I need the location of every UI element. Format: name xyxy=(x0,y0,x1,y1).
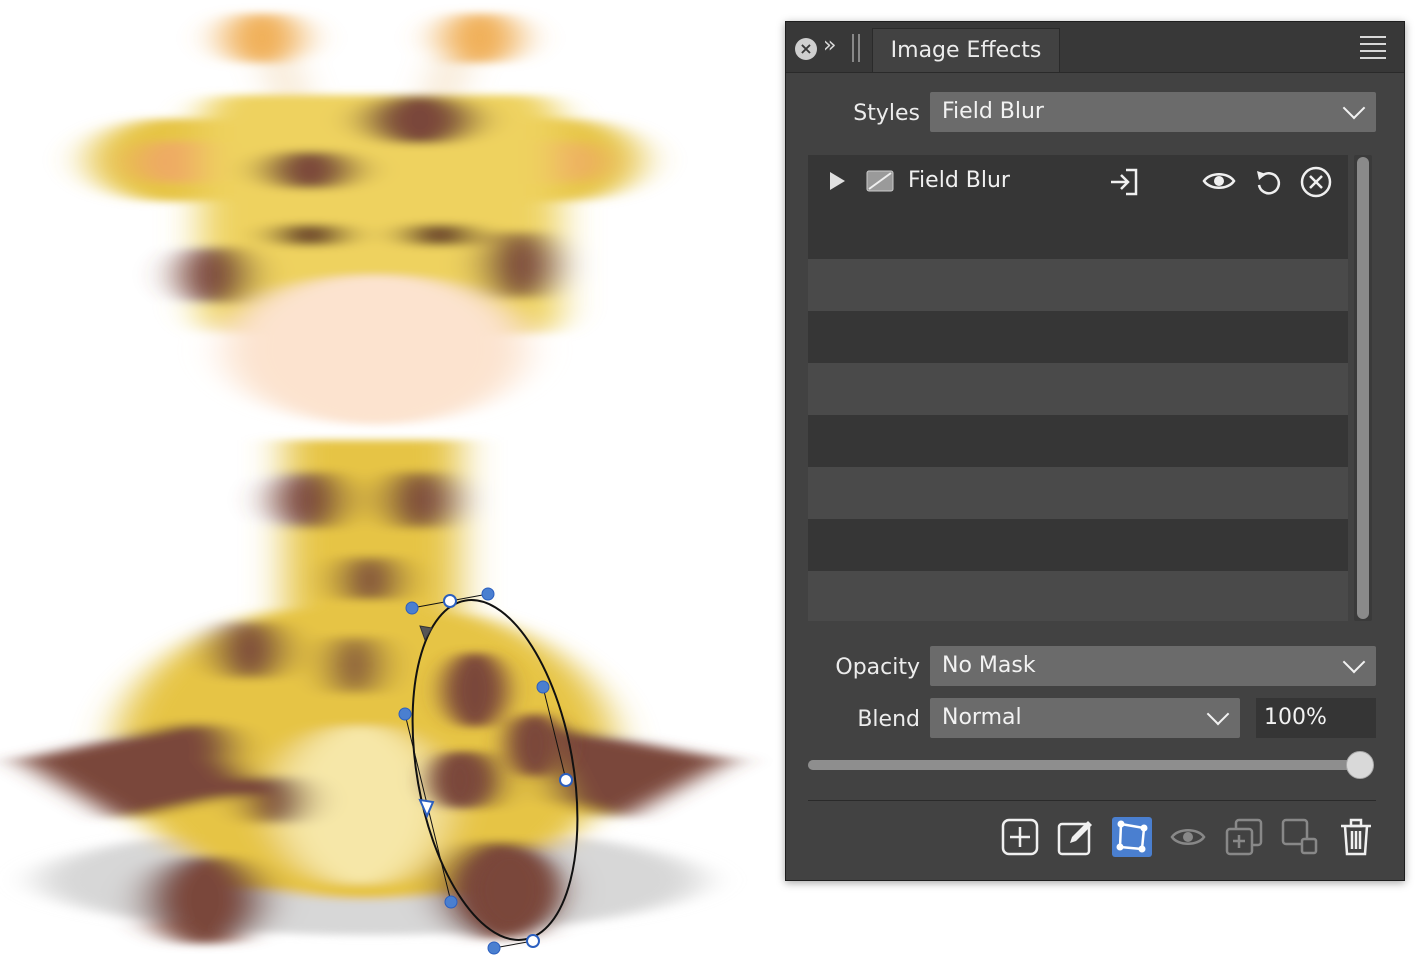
opacity-mask-value: No Mask xyxy=(942,653,1036,678)
chevron-down-icon xyxy=(1342,650,1366,674)
trash-icon[interactable] xyxy=(1336,817,1376,857)
reset-icon[interactable] xyxy=(1254,167,1282,197)
duplicate-icon xyxy=(1225,818,1263,856)
chevron-down-icon xyxy=(1206,702,1230,726)
effect-row-field-blur[interactable]: Field Blur xyxy=(808,155,1348,207)
giraffe-illustration xyxy=(20,12,730,955)
tab-image-effects[interactable]: Image Effects xyxy=(872,28,1060,72)
opacity-label: Opacity xyxy=(835,655,920,680)
blend-mode-value: Normal xyxy=(942,705,1022,730)
edit-icon[interactable] xyxy=(1056,817,1096,857)
blend-label: Blend xyxy=(857,707,920,732)
effects-scrollbar[interactable] xyxy=(1354,155,1372,621)
scroll-thumb[interactable] xyxy=(1357,157,1369,619)
effects-list[interactable] xyxy=(808,155,1348,621)
layer-thumbnail-icon xyxy=(866,170,894,192)
double-chevron-right-icon[interactable]: » xyxy=(823,33,836,58)
close-icon[interactable]: × xyxy=(795,38,817,60)
drag-grip-icon[interactable] xyxy=(852,34,860,62)
add-icon[interactable] xyxy=(1000,817,1040,857)
divider xyxy=(808,800,1376,801)
mask-shape-icon[interactable] xyxy=(1112,817,1152,857)
styles-value: Field Blur xyxy=(942,99,1044,124)
image-effects-panel: × » Image Effects Styles Field Blur Fiel… xyxy=(785,21,1405,881)
canvas[interactable] xyxy=(0,0,780,964)
remove-circle-icon[interactable] xyxy=(1300,166,1332,198)
opacity-slider[interactable] xyxy=(808,760,1364,770)
slider-knob[interactable] xyxy=(1346,751,1374,779)
opacity-percent-input[interactable]: 100% xyxy=(1256,698,1376,738)
blend-mode-dropdown[interactable]: Normal xyxy=(930,698,1240,738)
eye-icon xyxy=(1170,829,1206,845)
hamburger-menu-icon[interactable] xyxy=(1360,36,1386,59)
triangle-right-icon[interactable] xyxy=(828,171,846,191)
merge-icon xyxy=(1281,818,1318,855)
slider-fill xyxy=(808,760,1364,770)
panel-titlebar: × » Image Effects xyxy=(786,22,1404,73)
eye-icon[interactable] xyxy=(1202,170,1236,192)
effect-name: Field Blur xyxy=(908,168,1010,193)
chevron-down-icon xyxy=(1342,96,1366,120)
styles-dropdown[interactable]: Field Blur xyxy=(930,92,1376,132)
styles-label: Styles xyxy=(853,101,920,126)
export-arrow-icon[interactable] xyxy=(1108,167,1140,197)
opacity-mask-dropdown[interactable]: No Mask xyxy=(930,646,1376,686)
